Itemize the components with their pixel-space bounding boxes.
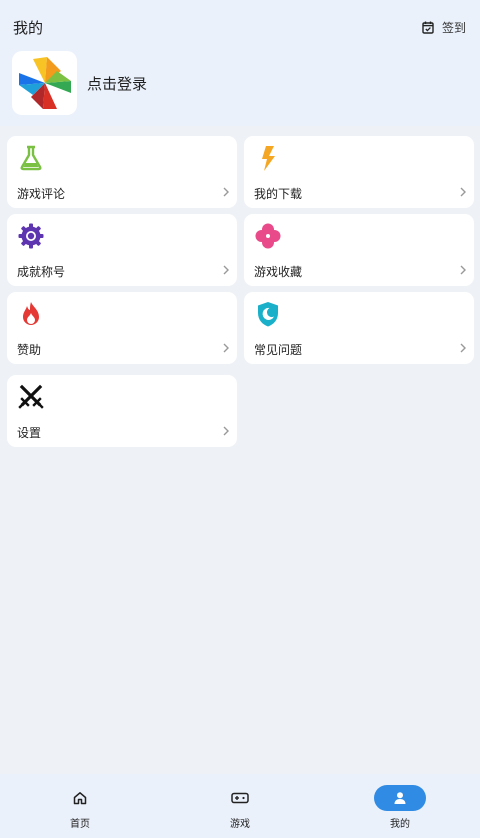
pinwheel-logo-icon bbox=[18, 57, 71, 109]
menu-item-my-downloads[interactable]: 我的下载 bbox=[244, 136, 474, 208]
avatar[interactable] bbox=[12, 51, 77, 115]
chevron-right-icon bbox=[460, 343, 466, 353]
menu-item-label: 游戏收藏 bbox=[254, 265, 303, 279]
login-area[interactable]: 点击登录 bbox=[12, 51, 147, 115]
crossed-swords-icon bbox=[18, 384, 44, 409]
bottom-nav: 首页 游戏 我的 bbox=[0, 774, 480, 838]
menu-item-settings[interactable]: 设置 bbox=[7, 375, 237, 447]
login-link[interactable]: 点击登录 bbox=[87, 73, 147, 94]
menu-item-achievements[interactable]: 成就称号 bbox=[7, 214, 237, 286]
moon-shield-icon bbox=[258, 302, 278, 327]
nav-tab-home[interactable]: 首页 bbox=[0, 774, 160, 838]
menu-item-label: 赞助 bbox=[17, 343, 42, 357]
nav-tab-label: 我的 bbox=[390, 819, 410, 830]
chevron-right-icon bbox=[460, 187, 466, 197]
nav-tab-label: 游戏 bbox=[230, 819, 250, 830]
menu-item-game-reviews[interactable]: 游戏评论 bbox=[7, 136, 237, 208]
nav-icon-wrap bbox=[374, 785, 426, 811]
nav-tab-label: 首页 bbox=[70, 819, 90, 830]
chevron-right-icon bbox=[223, 426, 229, 436]
gamepad-icon bbox=[231, 792, 249, 804]
clover-icon bbox=[255, 223, 281, 249]
nav-icon-wrap bbox=[54, 785, 106, 811]
home-icon bbox=[73, 792, 87, 805]
menu-item-label: 游戏评论 bbox=[17, 187, 66, 201]
checkin-button[interactable]: 签到 bbox=[422, 19, 466, 36]
nav-icon-wrap bbox=[214, 785, 266, 811]
menu-item-label: 我的下载 bbox=[254, 187, 303, 201]
chevron-right-icon bbox=[223, 343, 229, 353]
menu-item-label: 常见问题 bbox=[254, 343, 303, 357]
page-title: 我的 bbox=[13, 19, 44, 37]
gear-icon bbox=[18, 223, 44, 249]
menu-item-label: 设置 bbox=[17, 426, 42, 440]
checkin-label: 签到 bbox=[441, 21, 466, 35]
chevron-right-icon bbox=[223, 265, 229, 275]
chevron-right-icon bbox=[460, 265, 466, 275]
menu-item-sponsor[interactable]: 赞助 bbox=[7, 292, 237, 364]
calendar-check-icon bbox=[422, 21, 434, 34]
person-icon bbox=[394, 792, 406, 804]
flask-icon bbox=[20, 145, 42, 171]
menu-item-label: 成就称号 bbox=[17, 265, 66, 279]
menu-item-game-favorites[interactable]: 游戏收藏 bbox=[244, 214, 474, 286]
nav-tab-games[interactable]: 游戏 bbox=[160, 774, 320, 838]
profile-header: 我的 签到 点击登录 bbox=[0, 0, 480, 126]
bolt-icon bbox=[262, 146, 275, 171]
flame-icon bbox=[23, 302, 39, 325]
nav-tab-me[interactable]: 我的 bbox=[320, 774, 480, 838]
menu-item-faq[interactable]: 常见问题 bbox=[244, 292, 474, 364]
chevron-right-icon bbox=[223, 187, 229, 197]
